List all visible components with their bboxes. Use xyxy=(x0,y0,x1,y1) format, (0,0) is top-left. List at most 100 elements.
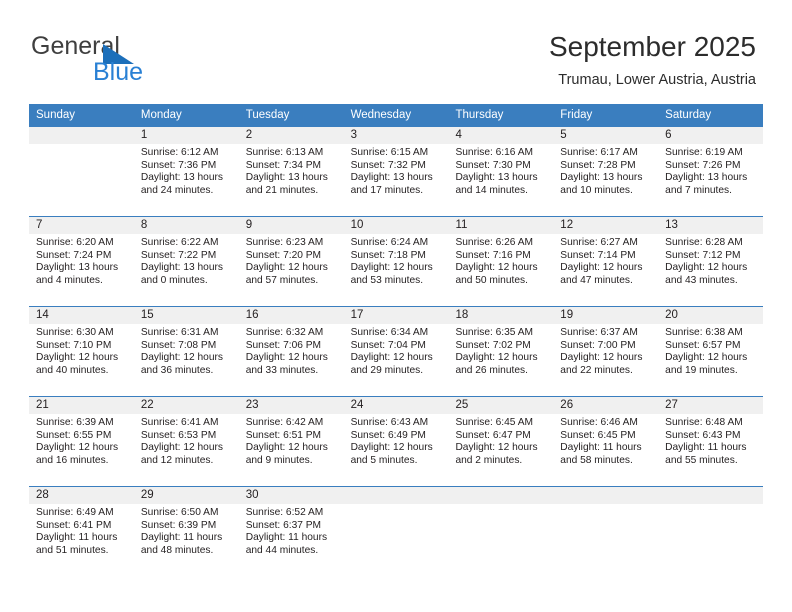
day-detail-line: and 0 minutes. xyxy=(140,274,208,286)
day-cell-8[interactable]: 8 Sunrise: 6:22 AM Sunset: 7:22 PM Daylight… xyxy=(133,217,239,300)
day-details: Sunrise: 6:19 AM Sunset: 7:26 PM Daylight:… xyxy=(658,144,763,210)
day-detail-line: Sunrise: 6:50 AM xyxy=(140,507,219,518)
week-cells: 14 Sunrise: 6:30 AM Sunset: 7:10 PM Dayligh… xyxy=(29,307,764,390)
day-cell-12[interactable]: 12 Sunrise: 6:27 AM Sunset: 7:14 PM Dayligh… xyxy=(553,217,659,300)
day-cell-empty xyxy=(448,487,554,570)
day-cell-23[interactable]: 23 Sunrise: 6:42 AM Sunset: 6:51 PM Dayligh… xyxy=(238,397,344,480)
day-detail-line: and 48 minutes. xyxy=(140,544,214,556)
day-detail-line: Daylight: 12 hours xyxy=(350,442,433,454)
day-detail-line: Sunrise: 6:32 AM xyxy=(245,327,324,338)
day-number: 19 xyxy=(553,307,659,324)
day-number: 8 xyxy=(133,217,239,234)
day-cell-13[interactable]: 13 Sunrise: 6:28 AM Sunset: 7:12 PM Dayligh… xyxy=(658,217,764,300)
day-number: 28 xyxy=(29,487,134,504)
day-detail-line: and 5 minutes. xyxy=(350,454,418,466)
day-detail-line: Sunrise: 6:37 AM xyxy=(560,327,638,338)
day-detail-line: Sunset: 7:02 PM xyxy=(455,339,531,351)
day-detail-line: Daylight: 12 hours xyxy=(455,262,538,274)
day-cell-16[interactable]: 16 Sunrise: 6:32 AM Sunset: 7:06 PM Dayligh… xyxy=(238,307,344,390)
day-cell-15[interactable]: 15 Sunrise: 6:31 AM Sunset: 7:08 PM Dayligh… xyxy=(133,307,239,390)
calendar-week-row: 28 Sunrise: 6:49 AM Sunset: 6:41 PM Dayligh… xyxy=(29,486,764,570)
day-cell-28[interactable]: 28 Sunrise: 6:49 AM Sunset: 6:41 PM Dayligh… xyxy=(29,487,134,570)
day-cell-3[interactable]: 3 Sunrise: 6:15 AM Sunset: 7:32 PM Daylight… xyxy=(343,127,449,210)
day-cell-17[interactable]: 17 Sunrise: 6:34 AM Sunset: 7:04 PM Dayligh… xyxy=(343,307,449,390)
day-detail-line: Daylight: 12 hours xyxy=(560,352,643,364)
day-detail-line: Sunset: 7:10 PM xyxy=(36,339,112,351)
day-detail-line: Daylight: 11 hours xyxy=(36,532,118,544)
day-cell-26[interactable]: 26 Sunrise: 6:46 AM Sunset: 6:45 PM Dayligh… xyxy=(553,397,659,480)
day-cell-5[interactable]: 5 Sunrise: 6:17 AM Sunset: 7:28 PM Daylight… xyxy=(553,127,659,210)
day-detail-line: Sunset: 7:04 PM xyxy=(350,339,426,351)
day-cell-2[interactable]: 2 Sunrise: 6:13 AM Sunset: 7:34 PM Daylight… xyxy=(238,127,344,210)
day-cell-24[interactable]: 24 Sunrise: 6:43 AM Sunset: 6:49 PM Dayligh… xyxy=(343,397,449,480)
day-number: 22 xyxy=(133,397,239,414)
day-cell-25[interactable]: 25 Sunrise: 6:45 AM Sunset: 6:47 PM Dayligh… xyxy=(448,397,554,480)
day-detail-line: Daylight: 13 hours xyxy=(665,172,748,184)
day-detail-line: and 58 minutes. xyxy=(560,454,633,466)
calendar-grid: Sunday Monday Tuesday Wednesday Thursday Frid… xyxy=(29,104,764,576)
day-cell-4[interactable]: 4 Sunrise: 6:16 AM Sunset: 7:30 PM Daylight… xyxy=(448,127,554,210)
day-detail-line: and 19 minutes. xyxy=(665,364,738,376)
day-detail-line: Sunrise: 6:15 AM xyxy=(350,147,429,158)
day-number xyxy=(343,487,449,504)
day-details: Sunrise: 6:30 AM Sunset: 7:10 PM Daylight:… xyxy=(29,324,134,390)
day-detail-line: and 50 minutes. xyxy=(455,274,528,286)
week-spacer xyxy=(29,570,763,576)
day-detail-line: Sunrise: 6:34 AM xyxy=(350,327,429,338)
day-number: 2 xyxy=(238,127,344,144)
day-cell-20[interactable]: 20 Sunrise: 6:38 AM Sunset: 6:57 PM Dayligh… xyxy=(658,307,764,390)
day-cell-11[interactable]: 11 Sunrise: 6:26 AM Sunset: 7:16 PM Dayligh… xyxy=(448,217,554,300)
day-detail-line: and 43 minutes. xyxy=(665,274,738,286)
day-detail-line: and 36 minutes. xyxy=(140,364,214,376)
day-details: Sunrise: 6:26 AM Sunset: 7:16 PM Daylight:… xyxy=(448,234,553,300)
day-cell-30[interactable]: 30 Sunrise: 6:52 AM Sunset: 6:37 PM Dayligh… xyxy=(238,487,344,570)
day-detail-line: Daylight: 13 hours xyxy=(36,262,119,274)
day-cell-27[interactable]: 27 Sunrise: 6:48 AM Sunset: 6:43 PM Dayligh… xyxy=(658,397,764,480)
day-cell-6[interactable]: 6 Sunrise: 6:19 AM Sunset: 7:26 PM Daylight… xyxy=(658,127,764,210)
day-details: Sunrise: 6:38 AM Sunset: 6:57 PM Daylight:… xyxy=(658,324,763,390)
day-number xyxy=(448,487,554,504)
day-detail-line: Sunrise: 6:22 AM xyxy=(140,237,219,248)
day-number: 9 xyxy=(238,217,344,234)
day-details: Sunrise: 6:35 AM Sunset: 7:02 PM Daylight:… xyxy=(448,324,553,390)
day-cell-21[interactable]: 21 Sunrise: 6:39 AM Sunset: 6:55 PM Dayligh… xyxy=(29,397,134,480)
day-number: 21 xyxy=(29,397,134,414)
day-number: 14 xyxy=(29,307,134,324)
day-details xyxy=(344,504,449,570)
day-detail-line: Sunrise: 6:17 AM xyxy=(560,147,638,158)
day-number xyxy=(553,487,659,504)
day-cell-29[interactable]: 29 Sunrise: 6:50 AM Sunset: 6:39 PM Dayligh… xyxy=(133,487,239,570)
brand-logo[interactable]: General Blue xyxy=(31,32,271,86)
day-detail-line: and 14 minutes. xyxy=(455,184,528,196)
day-detail-line: Sunset: 7:06 PM xyxy=(245,339,322,351)
day-detail-line: Sunrise: 6:19 AM xyxy=(665,147,743,158)
day-cell-19[interactable]: 19 Sunrise: 6:37 AM Sunset: 7:00 PM Dayligh… xyxy=(553,307,659,390)
day-detail-line: Sunrise: 6:20 AM xyxy=(36,237,114,248)
day-detail-line: Daylight: 12 hours xyxy=(455,442,538,454)
day-cell-1[interactable]: 1 Sunrise: 6:12 AM Sunset: 7:36 PM Daylight… xyxy=(133,127,239,210)
day-details: Sunrise: 6:45 AM Sunset: 6:47 PM Daylight:… xyxy=(448,414,553,480)
day-detail-line: Sunset: 6:43 PM xyxy=(665,429,741,441)
day-cell-empty xyxy=(343,487,449,570)
day-detail-line: and 22 minutes. xyxy=(560,364,633,376)
day-cell-9[interactable]: 9 Sunrise: 6:23 AM Sunset: 7:20 PM Daylight… xyxy=(238,217,344,300)
day-detail-line: Daylight: 13 hours xyxy=(350,172,433,184)
day-detail-line: Sunset: 6:57 PM xyxy=(665,339,741,351)
day-detail-line: Daylight: 12 hours xyxy=(665,262,748,274)
day-detail-line: Sunrise: 6:43 AM xyxy=(350,417,429,428)
day-detail-line: and 44 minutes. xyxy=(245,544,319,556)
day-cell-22[interactable]: 22 Sunrise: 6:41 AM Sunset: 6:53 PM Dayligh… xyxy=(133,397,239,480)
day-detail-line: Sunset: 6:41 PM xyxy=(36,519,112,531)
day-detail-line: and 24 minutes. xyxy=(140,184,214,196)
day-cell-18[interactable]: 18 Sunrise: 6:35 AM Sunset: 7:02 PM Dayligh… xyxy=(448,307,554,390)
day-cell-10[interactable]: 10 Sunrise: 6:24 AM Sunset: 7:18 PM Dayligh… xyxy=(343,217,449,300)
day-cell-7[interactable]: 7 Sunrise: 6:20 AM Sunset: 7:24 PM Daylight… xyxy=(29,217,134,300)
day-detail-line: Sunset: 7:26 PM xyxy=(665,159,741,171)
day-cell-empty xyxy=(29,127,134,210)
day-number: 11 xyxy=(448,217,554,234)
day-cell-14[interactable]: 14 Sunrise: 6:30 AM Sunset: 7:10 PM Dayligh… xyxy=(29,307,134,390)
day-number xyxy=(29,127,134,144)
day-detail-line: and 9 minutes. xyxy=(245,454,313,466)
day-detail-line: and 33 minutes. xyxy=(245,364,319,376)
week-cells: 21 Sunrise: 6:39 AM Sunset: 6:55 PM Dayligh… xyxy=(29,397,764,480)
